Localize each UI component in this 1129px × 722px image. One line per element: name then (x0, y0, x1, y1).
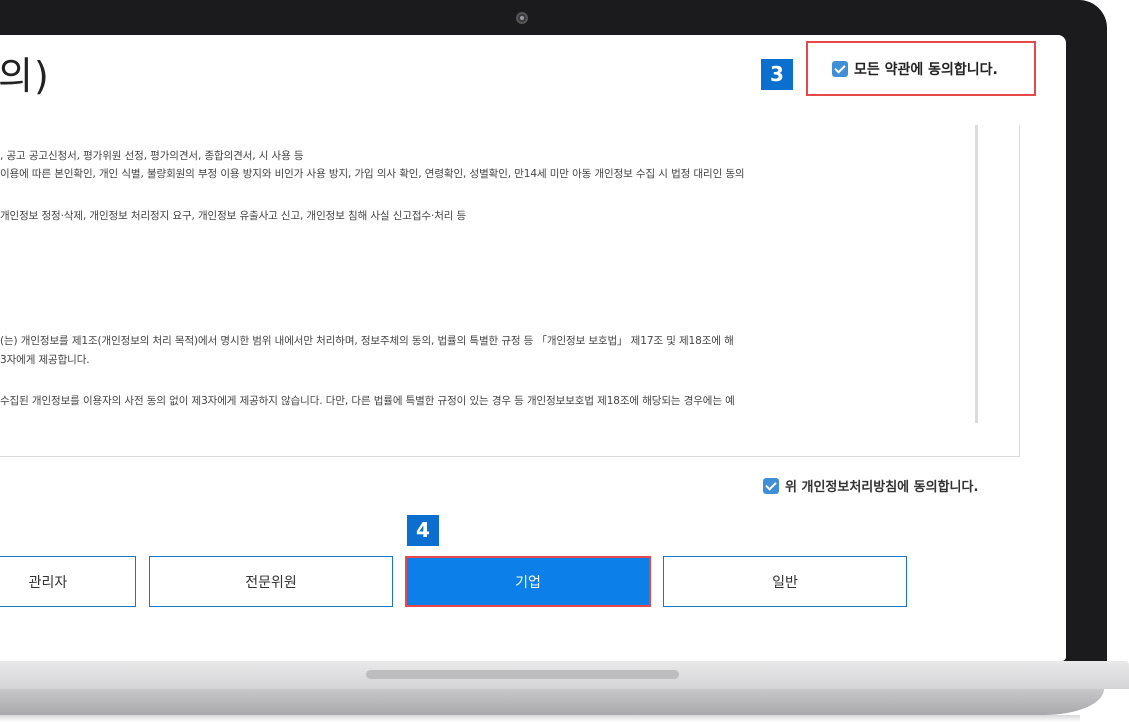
policy-line: , 공고 공고신청서, 평가위원 선정, 평가의견서, 종합의견서, 시 사용 … (0, 150, 304, 162)
laptop-base (0, 661, 1129, 722)
step-badge-3: 3 (761, 59, 793, 90)
policy-line: 이용에 따른 본인확인, 개인 식별, 불량회원의 부정 이용 방지와 비인가 … (0, 168, 745, 180)
corporate-button[interactable]: 기업 (405, 556, 651, 607)
policy-line: (는) 개인정보를 제1조(개인정보의 처리 목적)에서 명시한 범위 내에서만… (0, 335, 734, 347)
agree-policy-checkbox[interactable]: 위 개인정보처리방침에 동의합니다. (763, 476, 978, 495)
checkbox-checked-icon[interactable] (832, 60, 848, 77)
policy-line: 개인정보 정정·삭제, 개인정보 처리정지 요구, 개인정보 유출사고 신고, … (0, 210, 467, 222)
policy-line: 3자에게 제공합니다. (0, 354, 90, 366)
step-badge-4: 4 (407, 515, 439, 546)
admin-button[interactable]: 관리자 (0, 556, 136, 607)
laptop-base-bottom (0, 689, 1104, 715)
checkbox-checked-icon[interactable] (763, 477, 779, 494)
agree-policy-label: 위 개인정보처리방침에 동의합니다. (785, 480, 979, 495)
textbox-scrollbar[interactable] (975, 125, 978, 423)
camera-icon (516, 12, 528, 24)
agree-all-label: 모든 약관에 동의합니다. (854, 61, 998, 78)
privacy-policy-textbox[interactable]: , 공고 공고신청서, 평가위원 선정, 평가의견서, 종합의견서, 시 사용 … (0, 125, 1020, 457)
screen: 의) 3 모든 약관에 동의합니다. , 공고 공고신청서, 평가위원 선정, … (0, 35, 1066, 661)
trackpad-notch (366, 670, 679, 679)
page-title: 의) (0, 54, 50, 98)
expert-button[interactable]: 전문위원 (149, 556, 393, 607)
laptop-base-top (0, 661, 1129, 689)
general-button[interactable]: 일반 (663, 556, 907, 607)
policy-line: 수집된 개인정보를 이용자의 사전 동의 없이 제3자에게 제공하지 않습니다.… (0, 395, 735, 407)
agree-all-checkbox[interactable]: 모든 약관에 동의합니다. (806, 41, 1036, 96)
